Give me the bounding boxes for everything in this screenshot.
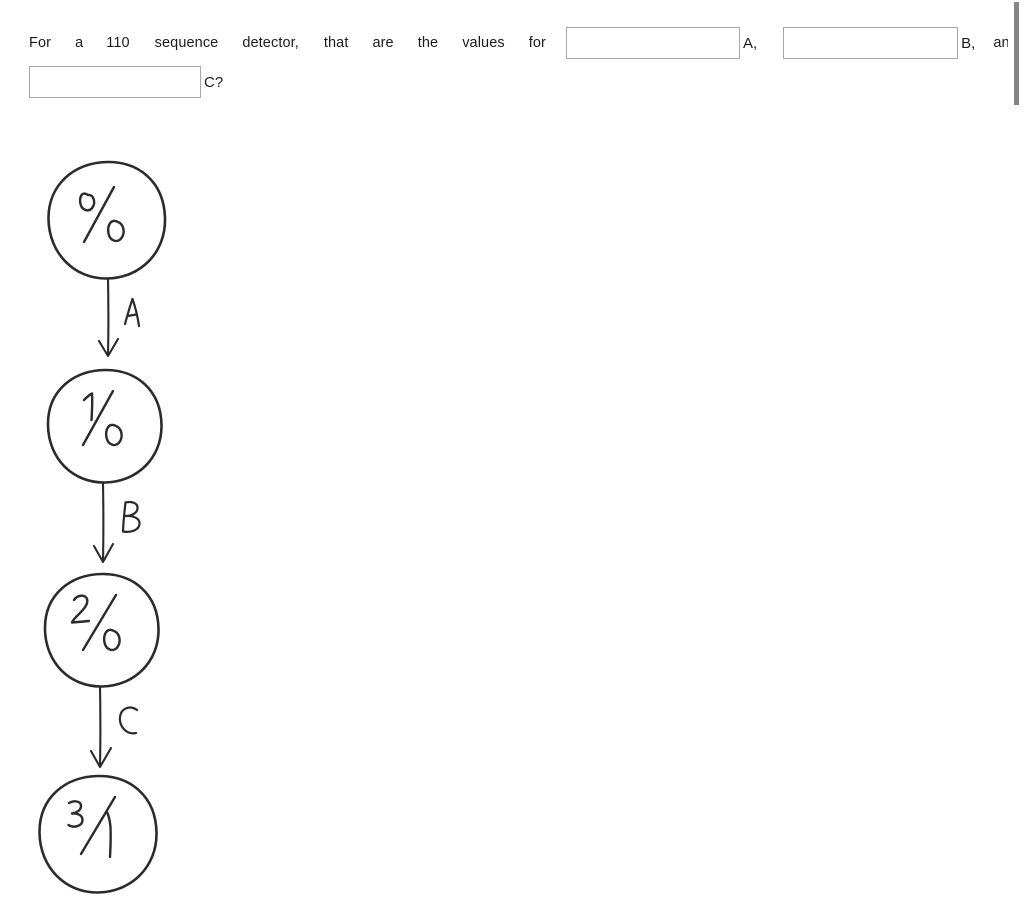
state-node-s1 <box>46 368 163 484</box>
transition-arrow-b <box>92 481 115 564</box>
transition-label-b <box>121 500 141 533</box>
question-word-for: For <box>29 34 52 51</box>
question-word-a: a <box>75 34 84 51</box>
state-node-s3 <box>38 774 158 894</box>
question-word-are: are <box>372 34 394 51</box>
transition-label-a <box>123 297 141 328</box>
answer-input-a[interactable] <box>565 27 740 59</box>
question-line-2: C? <box>29 66 223 98</box>
state-node-s0 <box>47 160 167 280</box>
question-line-1: For a 110 sequence detector, that are th… <box>29 27 1018 59</box>
transition-label-c <box>118 706 139 735</box>
vertical-scrollbar-track[interactable] <box>1008 0 1024 906</box>
state-label-s3 <box>67 795 117 859</box>
answer-label-b: B, <box>961 34 976 52</box>
transition-arrow-a <box>97 277 120 358</box>
question-word-that: that <box>323 34 349 51</box>
question-word-the: the <box>417 34 439 51</box>
question-word-for-2: for <box>528 34 546 51</box>
answer-input-b[interactable] <box>783 27 959 59</box>
question-word-values: values <box>462 34 505 51</box>
state-node-s2 <box>43 572 160 688</box>
state-label-s1 <box>81 389 123 447</box>
answer-label-c: C? <box>204 73 224 91</box>
state-diagram-canvas <box>38 160 167 894</box>
answer-label-a: A, <box>742 34 758 52</box>
state-label-s2 <box>70 593 121 652</box>
question-word-sequence: sequence <box>154 34 219 51</box>
question-word-detector: detector, <box>242 34 299 51</box>
vertical-scrollbar-thumb[interactable] <box>1014 2 1019 105</box>
question-word-110: 110 <box>106 34 130 51</box>
state-label-s0 <box>78 185 125 244</box>
state-diagram <box>22 148 242 898</box>
question-words: For a 110 sequence detector, that are th… <box>29 36 566 51</box>
answer-input-c[interactable] <box>29 66 201 98</box>
transition-arrow-c <box>89 685 113 769</box>
